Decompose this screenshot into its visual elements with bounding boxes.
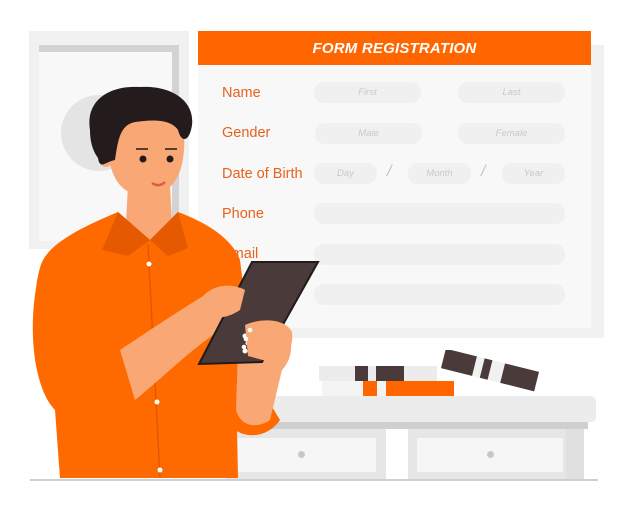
person-eye [139,155,147,163]
shirt-button [146,261,152,267]
shirt-button [157,467,163,473]
person-illustration [32,86,320,479]
shirt-button [154,399,160,405]
person-eye [166,155,174,163]
